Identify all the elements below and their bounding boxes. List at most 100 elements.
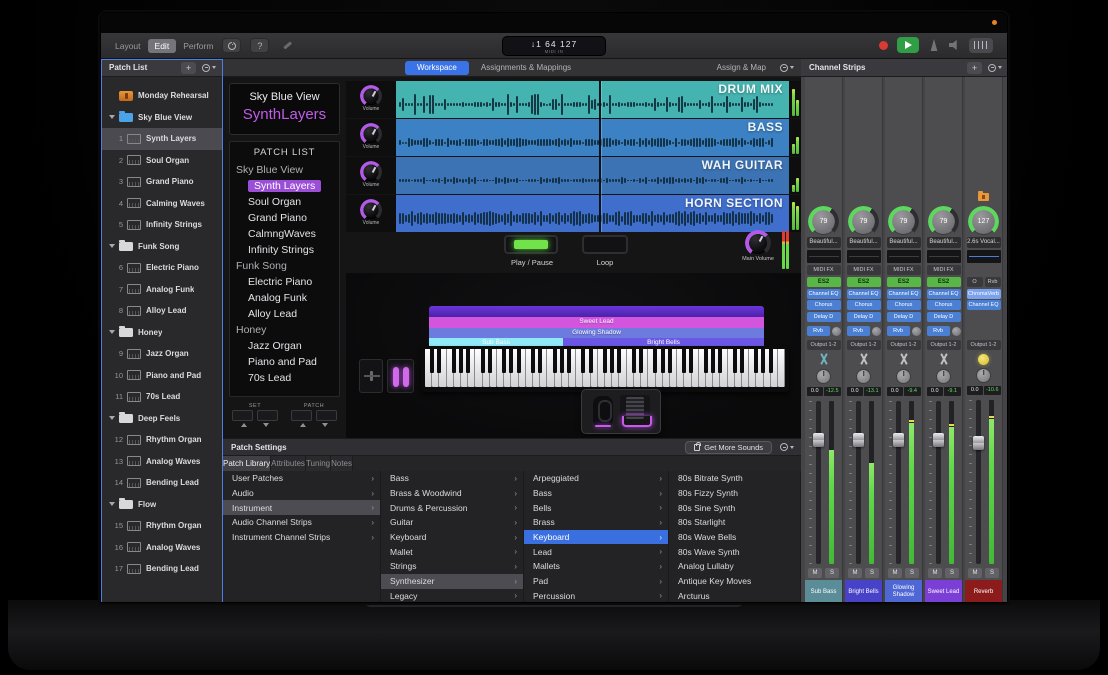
pedalboard[interactable] (581, 389, 661, 434)
patch-settings-action-menu[interactable] (780, 443, 794, 451)
patch-list-item[interactable]: 11 70s Lead (101, 386, 223, 408)
mini-patch-row[interactable]: Funk Song (230, 258, 339, 274)
output-slot[interactable]: Output 1-2 (967, 340, 1001, 350)
mute-button[interactable]: M (928, 568, 942, 578)
fader-track[interactable] (856, 401, 861, 565)
pan-knob[interactable] (896, 369, 911, 384)
audio-fx-slot-2[interactable]: Chorus (807, 300, 841, 310)
library-item[interactable]: Arpeggiated › (524, 471, 668, 486)
layout-mode-button[interactable]: Layout (115, 41, 141, 51)
library-item[interactable]: Audio Channel Strips › (223, 515, 380, 530)
library-item[interactable]: 80s Starlight (669, 515, 800, 530)
fader-cap[interactable] (893, 433, 904, 447)
waveform-area[interactable]: HORN SECTION (396, 195, 789, 232)
library-item[interactable]: Arcturus (669, 589, 800, 604)
onscreen-keyboard[interactable] (421, 346, 789, 392)
mute-button[interactable]: M (808, 568, 822, 578)
patch-list-item[interactable]: Funk Song (101, 236, 223, 258)
set-up-button[interactable] (232, 410, 253, 421)
add-patch-button[interactable]: + (181, 62, 196, 74)
audio-fx-slot-2[interactable]: Chorus (847, 300, 881, 310)
patch-list-item[interactable]: 4 Calming Waves (101, 193, 223, 215)
send-slot[interactable]: Rvb (927, 326, 950, 336)
library-item[interactable]: Mallets › (524, 559, 668, 574)
channel-strip[interactable]: 79 Beautiful... MIDI FX ES2 Channel EQ C… (845, 77, 883, 603)
strip-setting-name[interactable]: Beautiful... (927, 237, 961, 248)
patch-settings-tab[interactable]: Patch Library (223, 456, 271, 471)
mini-patch-row[interactable]: Honey (230, 322, 339, 338)
instrument-slot[interactable]: ES2 (847, 277, 881, 287)
patch-list-item[interactable]: 16 Analog Waves (101, 537, 223, 559)
mini-patch-row[interactable]: Sky Blue View (230, 162, 339, 178)
backing-track-row[interactable]: Volume BASS (346, 119, 801, 156)
library-item[interactable]: 80s Wave Synth (669, 544, 800, 559)
eq-thumbnail[interactable] (927, 250, 961, 263)
library-item[interactable]: Keyboard › (524, 530, 668, 545)
patch-list-item[interactable]: 17 Bending Lead (101, 558, 223, 580)
disclosure-triangle-icon[interactable] (109, 115, 115, 119)
fader-track[interactable] (896, 401, 901, 565)
tuner-icon[interactable] (969, 38, 993, 53)
lcd-display[interactable]: ↓1 64 127 MIDI IN (502, 36, 606, 56)
fader-widget[interactable] (359, 359, 383, 393)
mini-patch-row[interactable]: 70s Lead (230, 370, 339, 386)
instrument-slot[interactable]: ES2 (927, 277, 961, 287)
track-volume-knob[interactable] (362, 87, 380, 105)
library-item[interactable]: Bass › (524, 486, 668, 501)
mini-patch-row[interactable]: Piano and Pad (230, 354, 339, 370)
mini-patch-row[interactable]: Soul Organ (230, 194, 339, 210)
waveform-area[interactable]: BASS (396, 119, 789, 156)
backing-track-row[interactable]: Volume WAH GUITAR (346, 157, 801, 194)
mini-patch-row[interactable]: Infinity Strings (230, 242, 339, 258)
workspace-action-menu[interactable] (780, 64, 794, 72)
midi-fx-slot[interactable]: MIDI FX (807, 265, 841, 275)
patch-settings-tab[interactable]: Tuning (306, 456, 331, 471)
send-level-knob[interactable] (952, 327, 961, 336)
send-level-knob[interactable] (912, 327, 921, 336)
patch-list-action-menu[interactable] (202, 64, 216, 72)
library-item[interactable]: Antique Key Moves (669, 574, 800, 589)
patch-list-item[interactable]: 2 Soul Organ (101, 150, 223, 172)
library-item[interactable]: Analog Lullaby (669, 559, 800, 574)
strip-smart-knob[interactable]: 79 (810, 208, 837, 235)
solo-button[interactable]: S (985, 568, 999, 578)
send-slot[interactable]: Rvb (847, 326, 870, 336)
library-item[interactable]: Brass › (524, 515, 668, 530)
disclosure-triangle-icon[interactable] (109, 330, 115, 334)
audio-fx-slot-2[interactable]: Chorus (887, 300, 921, 310)
strip-setting-name[interactable]: Beautiful... (887, 237, 921, 248)
midi-fx-slot[interactable]: MIDI FX (887, 265, 921, 275)
audio-fx-slot-3[interactable]: Delay D (927, 312, 961, 322)
strip-setting-name[interactable]: Beautiful... (807, 237, 841, 248)
channel-strip[interactable]: 127 2.6s Vocal... O Rvb ChromaVerb Chann… (965, 77, 1003, 603)
patch-list-item[interactable]: 3 Grand Piano (101, 171, 223, 193)
patch-list-item[interactable]: 7 Analog Funk (101, 279, 223, 301)
channel-strip[interactable]: 79 Beautiful... MIDI FX ES2 Channel EQ C… (925, 77, 963, 603)
mute-button[interactable]: M (968, 568, 982, 578)
audio-fx-slot-1[interactable]: Channel EQ (847, 289, 881, 299)
patch-settings-tab[interactable]: Notes (331, 456, 353, 471)
patch-down-button[interactable] (316, 410, 337, 421)
patch-settings-tab[interactable]: Attributes (271, 456, 306, 471)
library-item[interactable]: Instrument › (223, 500, 380, 515)
add-channel-strip-button[interactable]: + (967, 62, 982, 74)
patch-up-button[interactable] (291, 410, 312, 421)
main-volume-knob[interactable] (747, 232, 769, 254)
perform-mode-button[interactable]: Perform (183, 41, 213, 51)
disclosure-triangle-icon[interactable] (109, 244, 115, 248)
audio-fx-slot-1[interactable]: ChromaVerb (967, 289, 1001, 299)
audio-fx-slot-1[interactable]: Channel EQ (807, 289, 841, 299)
patch-list-item[interactable]: 6 Electric Piano (101, 257, 223, 279)
edit-mode-button[interactable]: Edit (148, 39, 177, 53)
library-item[interactable]: 80s Sine Synth (669, 500, 800, 515)
patch-list-item[interactable]: 5 Infinity Strings (101, 214, 223, 236)
eq-thumbnail[interactable] (967, 250, 1001, 263)
library-item[interactable]: Bells › (524, 500, 668, 515)
solo-button[interactable]: S (945, 568, 959, 578)
record-button[interactable] (879, 41, 888, 50)
midi-fx-slot[interactable]: MIDI FX (847, 265, 881, 275)
waveform-area[interactable]: DRUM MIX (396, 81, 789, 118)
layer-band[interactable]: Sweet Lead (429, 317, 764, 328)
loop-button[interactable] (582, 235, 628, 254)
solo-button[interactable]: S (865, 568, 879, 578)
